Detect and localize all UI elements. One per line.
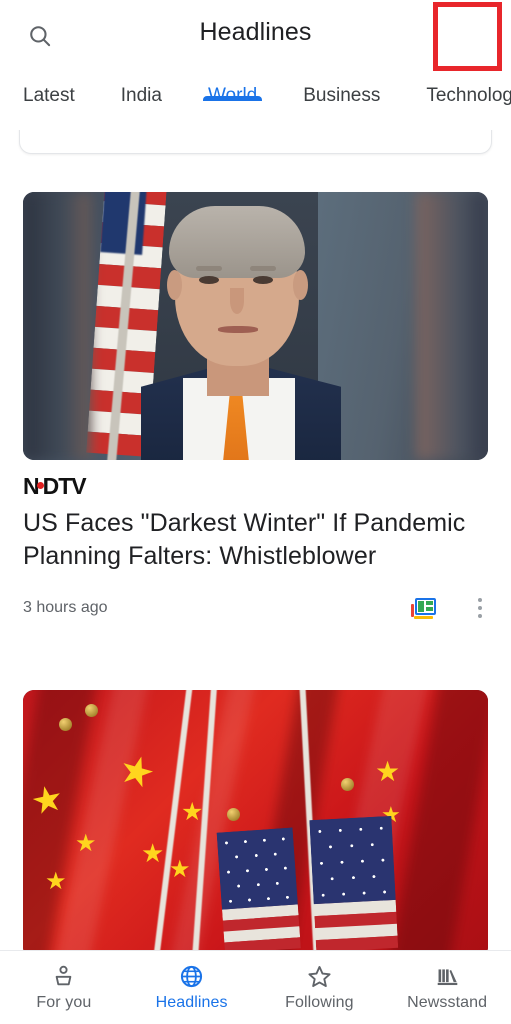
mouth [218, 326, 258, 333]
more-options-icon[interactable] [472, 594, 488, 622]
source-logo[interactable]: N DTV [23, 472, 511, 499]
ear-left [167, 270, 182, 300]
article-meta-row: 3 hours ago [23, 591, 488, 625]
nav-label: For you [36, 993, 92, 1011]
eye-right [253, 276, 273, 284]
flag-finial [85, 704, 98, 717]
nav-item-following[interactable]: Following [256, 964, 384, 1012]
tab-underline [421, 96, 511, 101]
china-flag-star: ★ [45, 868, 67, 895]
ndtv-logo-dot [36, 481, 44, 489]
tab-india[interactable]: India [98, 72, 185, 107]
nav-item-for-you[interactable]: For you [0, 964, 128, 1012]
star-icon [307, 964, 332, 989]
previous-card-partial[interactable] [19, 130, 492, 154]
avatar[interactable] [433, 2, 502, 71]
eyebrow-left [196, 266, 222, 271]
tab-underline-active [202, 96, 263, 101]
tab-underline [116, 96, 167, 101]
tab-underline [298, 96, 385, 101]
nose [230, 288, 244, 314]
globe-icon [179, 964, 204, 989]
person-icon [51, 964, 76, 989]
china-flag-star: ★ [181, 798, 204, 826]
nav-item-newsstand[interactable]: Newsstand [383, 964, 511, 1012]
news-app-screen: Headlines Latest India World Business Te… [0, 0, 511, 1024]
full-coverage-icon[interactable] [411, 597, 436, 619]
article-image[interactable] [23, 192, 488, 460]
nav-label: Following [285, 993, 354, 1011]
selection-highlight-box [433, 2, 502, 71]
china-flag-star: ★ [141, 838, 165, 868]
china-flag-star: ★ [75, 830, 97, 857]
us-flag-graphic [309, 815, 399, 950]
article-card[interactable]: ★ ★ ★ ★ ★ ★ ★ ★ ★ [0, 690, 511, 950]
app-bar: Headlines [0, 0, 511, 72]
article-feed[interactable]: N DTV US Faces "Darkest Winter" If Pandem… [0, 130, 511, 950]
flag-finial [341, 778, 354, 791]
newsstand-icon [435, 964, 460, 989]
flag-finial [227, 808, 240, 821]
article-image[interactable]: ★ ★ ★ ★ ★ ★ ★ ★ ★ [23, 690, 488, 950]
tab-world[interactable]: World [185, 72, 280, 107]
article-timestamp: 3 hours ago [23, 599, 108, 616]
category-tabs[interactable]: Latest India World Business Technology [0, 72, 511, 130]
eyebrow-right [250, 266, 276, 271]
us-flag-graphic [216, 827, 302, 950]
photo-blur-left [23, 192, 91, 460]
flag-finial [59, 718, 72, 731]
china-flag-star: ★ [375, 756, 401, 787]
china-flag-star: ★ [169, 856, 191, 883]
hair [169, 206, 305, 278]
eye-left [199, 276, 219, 284]
bottom-navigation: For you Headlines Following Newsstand [0, 950, 511, 1024]
nav-item-headlines[interactable]: Headlines [128, 964, 256, 1012]
tab-business[interactable]: Business [280, 72, 403, 107]
nav-label: Newsstand [407, 993, 488, 1011]
tab-underline [18, 96, 80, 101]
article-headline[interactable]: US Faces "Darkest Winter" If Pandemic Pl… [23, 507, 488, 573]
photo-blur-right [416, 192, 488, 460]
tab-technology[interactable]: Technology [403, 72, 511, 107]
article-card[interactable]: N DTV US Faces "Darkest Winter" If Pandem… [0, 192, 511, 625]
ndtv-logo: N DTV [23, 472, 87, 499]
tab-latest[interactable]: Latest [0, 72, 98, 107]
ear-right [293, 270, 308, 300]
nav-label: Headlines [155, 993, 228, 1011]
article-actions [411, 594, 488, 622]
